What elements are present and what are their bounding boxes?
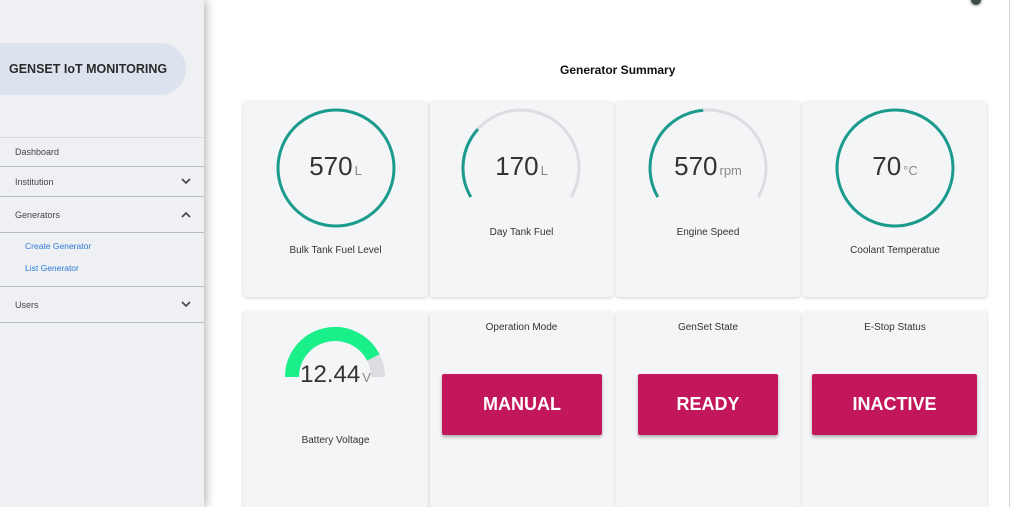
gauge-unit: V [362, 370, 371, 385]
status-label: GenSet State [677, 322, 739, 333]
sidebar-link-list-generator[interactable]: List Generator [25, 263, 204, 274]
gauge-number: 12.44 [300, 361, 361, 388]
gauge-label: Coolant Temperatue [850, 245, 940, 256]
gauge-label: Engine Speed [676, 227, 740, 238]
gauge-unit: L [540, 163, 548, 178]
sidebar-item-dashboard[interactable]: Dashboard [0, 137, 204, 167]
gauge-number: 70 [872, 151, 902, 181]
gauge-value: 570 rpm [616, 151, 800, 182]
gauge-label: Day Tank Fuel [489, 227, 554, 238]
page-title: Generator Summary [560, 63, 676, 77]
sidebar-link-create-generator[interactable]: Create Generator [25, 241, 204, 252]
gauge-label: Bulk Tank Fuel Level [289, 245, 382, 256]
generators-submenu: Create Generator List Generator [0, 233, 204, 287]
sidebar-nav: Dashboard Institution Generators Create … [0, 137, 204, 323]
sidebar-item-users[interactable]: Users [0, 287, 204, 323]
gauge-card-coolant-temperature: 70 °C Coolant Temperatue [803, 101, 987, 297]
sidebar-item-label: Generators [15, 209, 61, 220]
gauge-number: 570 [309, 151, 353, 181]
genset-state-status[interactable]: READY [638, 374, 778, 435]
gauge-unit: °C [903, 163, 918, 178]
gauge-number: 570 [674, 151, 718, 181]
chevron-down-icon [180, 299, 192, 311]
sidebar-item-label: Dashboard [15, 147, 60, 157]
gauge-label: Battery Voltage [301, 435, 370, 446]
gauge-value: 170 L [430, 151, 613, 182]
content-edge-divider [1009, 0, 1010, 507]
sidebar-item-generators[interactable]: Generators [0, 197, 204, 233]
sidebar-item-label: Institution [15, 176, 54, 187]
operation-mode-card: Operation Mode MANUAL [430, 311, 613, 507]
e-stop-status[interactable]: INACTIVE [812, 374, 977, 435]
user-avatar[interactable] [969, 0, 983, 7]
status-label: E-Stop Status [864, 322, 926, 333]
gauge-card-day-tank: 170 L Day Tank Fuel [430, 101, 613, 297]
sidebar-item-institution[interactable]: Institution [0, 167, 204, 197]
gauge-unit: L [354, 163, 362, 178]
sidebar-item-label: Users [15, 299, 39, 310]
gauge-card-engine-speed: 570 rpm Engine Speed [616, 101, 800, 297]
e-stop-status-card: E-Stop Status INACTIVE [803, 311, 987, 507]
chevron-down-icon [180, 176, 192, 188]
gauge-unit: rpm [719, 163, 742, 178]
gauge-value: 70 °C [803, 151, 987, 182]
gauge-value: 570 L [243, 151, 428, 182]
app-title[interactable]: GENSET IoT MONITORING [0, 43, 186, 95]
status-label: Operation Mode [485, 322, 558, 333]
gauge-card-bulk-tank: 570 L Bulk Tank Fuel Level [243, 101, 428, 297]
gauge-value: 12.44 V [243, 361, 428, 389]
sidebar: GENSET IoT MONITORING Dashboard Institut… [0, 0, 204, 507]
chevron-up-icon [180, 209, 192, 221]
operation-mode-status[interactable]: MANUAL [442, 374, 602, 435]
battery-voltage-card: 12.44 V Battery Voltage [243, 311, 428, 507]
gauge-number: 170 [495, 151, 539, 181]
genset-state-card: GenSet State READY [616, 311, 800, 507]
